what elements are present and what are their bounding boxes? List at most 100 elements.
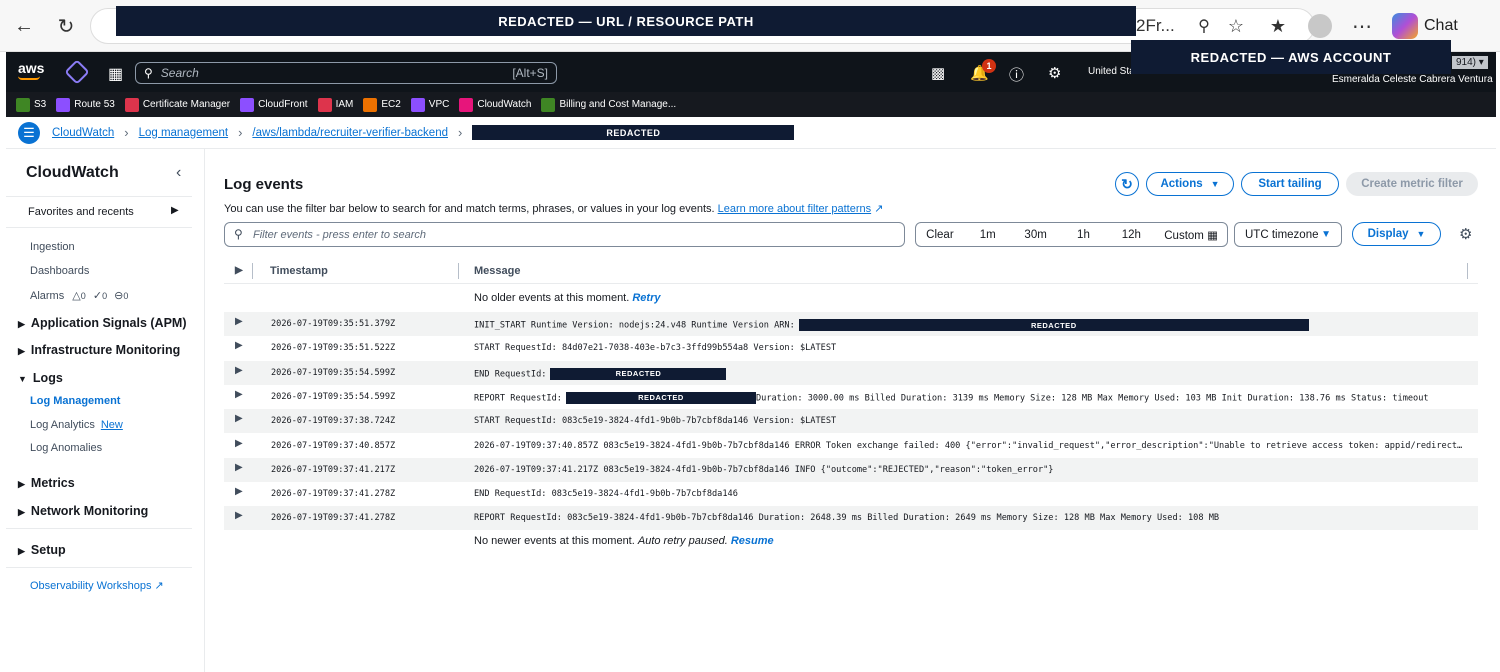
account-menu-tail[interactable]: 914) ▾ xyxy=(1452,56,1488,69)
breadcrumb-log-management[interactable]: Log management xyxy=(139,127,229,139)
sidebar-section-setup[interactable]: ▶ Setup xyxy=(18,543,66,557)
page-title: Log events xyxy=(224,176,304,193)
table-row[interactable]: ▶ 2026-07-19T09:37:41.217Z 2026-07-19T09:3… xyxy=(224,457,1478,482)
sidebar-item-dashboards[interactable]: Dashboards xyxy=(30,265,89,277)
zoom-icon[interactable]: ⚲ xyxy=(1190,12,1218,40)
timezone-select[interactable]: UTC timezone ▼ xyxy=(1234,222,1342,247)
actions-button[interactable]: Actions ▼ xyxy=(1146,172,1234,196)
time-range-1h[interactable]: 1h xyxy=(1060,229,1108,241)
service-icon xyxy=(240,97,255,112)
favorite-label: EC2 xyxy=(381,99,401,110)
amazon-q-icon[interactable] xyxy=(64,59,90,85)
back-icon[interactable]: ← xyxy=(10,12,38,40)
expand-row-caret-icon[interactable]: ▶ xyxy=(235,340,243,351)
sidebar-item-workshops[interactable]: Observability Workshops ↗ xyxy=(30,579,164,592)
caret-right-icon[interactable]: ▶ xyxy=(171,205,179,216)
copilot-chat-button[interactable]: Chat xyxy=(1392,13,1458,39)
favorite-item[interactable]: Certificate Manager xyxy=(124,97,230,112)
favorite-item[interactable]: CloudWatch xyxy=(459,97,531,112)
start-tailing-button[interactable]: Start tailing xyxy=(1241,172,1339,196)
settings-gear-icon[interactable]: ⚙ xyxy=(1048,64,1061,82)
services-grid-icon[interactable]: ▦ xyxy=(108,64,123,84)
sidebar-item-favorites[interactable]: Favorites and recents xyxy=(28,206,134,218)
table-row[interactable]: ▶ 2026-07-19T09:35:54.599Z REPORT RequestI… xyxy=(224,385,1478,409)
refresh-button[interactable]: ↻ xyxy=(1115,172,1139,196)
refresh-icon[interactable]: ↻ xyxy=(52,12,80,40)
favorite-item[interactable]: VPC xyxy=(410,97,449,112)
column-header-timestamp[interactable]: Timestamp xyxy=(270,265,328,277)
hamburger-menu-icon[interactable]: ☰ xyxy=(18,121,40,144)
expand-row-caret-icon[interactable]: ▶ xyxy=(235,365,243,376)
collapse-sidebar-icon[interactable]: ‹ xyxy=(176,164,181,182)
favorite-item[interactable]: S3 xyxy=(16,97,46,112)
sidebar-section-metrics[interactable]: ▶ Metrics xyxy=(18,476,75,490)
expand-all-caret-icon[interactable]: ▶ xyxy=(235,265,243,276)
sidebar-section-app-signals[interactable]: ▶ Application Signals (APM) xyxy=(18,316,186,330)
message-text: 2026-07-19T09:37:41.217Z 083c5e19-3824-4… xyxy=(474,464,1054,475)
aws-logo[interactable]: aws xyxy=(18,60,44,76)
profile-avatar-icon[interactable] xyxy=(1306,12,1334,40)
table-row[interactable]: ▶ 2026-07-19T09:35:51.522Z START RequestId… xyxy=(224,336,1478,360)
caret-down-icon: ▼ xyxy=(1210,179,1220,189)
time-range-clear[interactable]: Clear xyxy=(916,229,964,241)
table-row[interactable]: ▶ 2026-07-19T09:37:41.278Z END RequestId: … xyxy=(224,482,1478,506)
user-name[interactable]: Esmeralda Celeste Cabrera Ventura xyxy=(1332,74,1493,85)
expand-row-caret-icon[interactable]: ▶ xyxy=(235,438,243,449)
time-range-1m[interactable]: 1m xyxy=(964,229,1012,241)
favorite-item[interactable]: IAM xyxy=(317,97,353,112)
table-row[interactable]: ▶ 2026-07-19T09:37:40.857Z 2026-07-19T09:3… xyxy=(224,434,1478,458)
table-row[interactable]: ▶ 2026-07-19T09:35:54.599Z END RequestId: R… xyxy=(224,360,1478,385)
resume-link[interactable]: Resume xyxy=(731,535,774,547)
console-search-input[interactable]: ⚲ Search [Alt+S] xyxy=(135,62,557,84)
help-icon[interactable]: ⓘ xyxy=(1009,64,1024,85)
time-range-12h[interactable]: 12h xyxy=(1107,229,1155,241)
sidebar-item-ingestion[interactable]: Ingestion xyxy=(30,241,75,253)
favorite-item[interactable]: Route 53 xyxy=(56,97,115,112)
table-settings-gear-icon[interactable]: ⚙ xyxy=(1459,225,1472,243)
event-timestamp: 2026-07-19T09:35:51.379Z xyxy=(271,319,396,329)
retry-link[interactable]: Retry xyxy=(632,292,660,304)
more-menu-icon[interactable]: ⋯ xyxy=(1348,12,1376,40)
event-timestamp: 2026-07-19T09:37:40.857Z xyxy=(271,440,396,451)
sidebar-item-log-analytics[interactable]: Log Analytics New xyxy=(30,419,123,431)
time-range-30m[interactable]: 30m xyxy=(1012,229,1060,241)
divider xyxy=(6,196,192,197)
caret-right-icon: ▶ xyxy=(18,479,25,489)
display-button[interactable]: Display ▼ xyxy=(1352,222,1441,246)
favorites-list-icon[interactable]: ★ xyxy=(1264,12,1292,40)
breadcrumb-log-group[interactable]: /aws/lambda/recruiter-verifier-backend xyxy=(252,127,448,139)
table-row[interactable]: ▶ 2026-07-19T09:37:38.724Z START RequestId… xyxy=(224,409,1478,434)
expand-row-caret-icon[interactable]: ▶ xyxy=(235,413,243,424)
expand-row-caret-icon[interactable]: ▶ xyxy=(235,316,243,327)
breadcrumb-cloudwatch[interactable]: CloudWatch xyxy=(52,127,114,139)
chat-label: Chat xyxy=(1424,17,1458,34)
expand-row-caret-icon[interactable]: ▶ xyxy=(235,462,243,473)
table-row[interactable]: ▶ 2026-07-19T09:35:51.379Z INIT_START Runt… xyxy=(224,312,1478,336)
region-selector[interactable]: United Sta xyxy=(1088,66,1135,77)
sidebar-section-infrastructure[interactable]: ▶ Infrastructure Monitoring xyxy=(18,343,180,357)
favorite-item[interactable]: CloudFront xyxy=(240,97,308,112)
sidebar-item-alarms[interactable]: Alarms △0 ✓0 ⊖0 xyxy=(30,289,128,302)
sidebar-item-log-management[interactable]: Log Management xyxy=(30,395,120,407)
service-icon xyxy=(317,97,332,112)
expand-row-caret-icon[interactable]: ▶ xyxy=(235,389,243,400)
sidebar-section-network[interactable]: ▶ Network Monitoring xyxy=(18,504,148,518)
favorite-item[interactable]: EC2 xyxy=(363,97,401,112)
learn-more-link[interactable]: Learn more about filter patterns xyxy=(718,203,871,215)
favorite-star-icon[interactable]: ☆ xyxy=(1222,12,1250,40)
event-timestamp: 2026-07-19T09:35:51.522Z xyxy=(271,343,396,354)
table-row[interactable]: ▶ 2026-07-19T09:37:41.278Z REPORT RequestI… xyxy=(224,506,1478,531)
column-header-message[interactable]: Message xyxy=(474,265,520,277)
sidebar-item-log-anomalies[interactable]: Log Anomalies xyxy=(30,442,102,454)
favorite-item[interactable]: Billing and Cost Manage... xyxy=(541,97,676,112)
event-message: 2026-07-19T09:37:41.217Z 083c5e19-3824-4… xyxy=(474,465,1464,475)
cloudshell-icon[interactable]: ▩ xyxy=(931,64,945,82)
expand-row-caret-icon[interactable]: ▶ xyxy=(235,510,243,521)
filter-events-input[interactable]: ⚲ Filter events - press enter to search xyxy=(224,222,905,247)
no-newer-events: No newer events at this moment. Auto ret… xyxy=(474,535,774,547)
create-metric-filter-button[interactable]: Create metric filter xyxy=(1346,172,1478,196)
sidebar-section-logs[interactable]: ▼ Logs xyxy=(18,371,63,385)
table-header: ▶ Timestamp Message xyxy=(224,258,1478,284)
expand-row-caret-icon[interactable]: ▶ xyxy=(235,486,243,497)
time-range-custom[interactable]: Custom ▦ xyxy=(1155,228,1227,242)
